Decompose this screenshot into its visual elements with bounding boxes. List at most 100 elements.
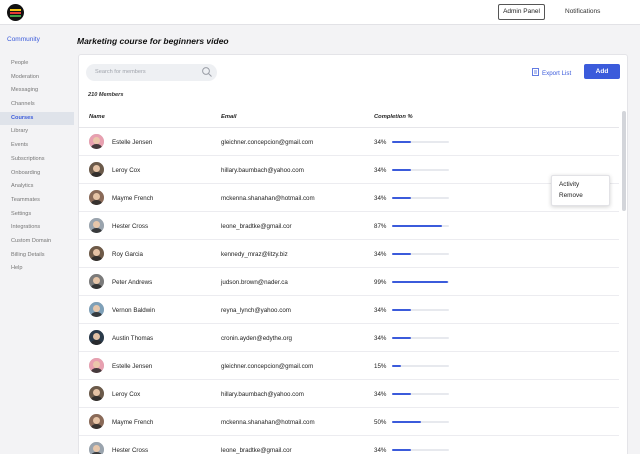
table-row[interactable]: Vernon Baldwin reyna_lynch@yahoo.com 34%	[79, 296, 619, 324]
member-name[interactable]: Leroy Cox	[112, 167, 140, 174]
scrollbar[interactable]	[622, 111, 626, 211]
completion-percent: 50%	[374, 419, 387, 426]
member-name[interactable]: Estelle Jensen	[112, 139, 152, 146]
completion-progress-bar	[392, 393, 449, 395]
member-name[interactable]: Roy Garcia	[112, 251, 143, 258]
completion-progress-bar	[392, 281, 449, 283]
sidebar-item-billing-details[interactable]: Billing Details	[0, 249, 74, 263]
member-email: gleichner.concepcion@gmail.com	[221, 363, 314, 370]
member-email: hillary.baumbach@yahoo.com	[221, 391, 304, 398]
menu-item-remove[interactable]: Remove	[559, 192, 583, 199]
table-row[interactable]: Mayme French mckenna.shanahan@hotmail.com…	[79, 184, 619, 212]
sidebar-item-channels[interactable]: Channels	[0, 98, 74, 112]
column-header-name[interactable]: Name	[89, 114, 105, 120]
avatar	[89, 442, 104, 454]
completion-progress-bar	[392, 337, 449, 339]
completion-percent: 34%	[374, 307, 387, 314]
avatar	[89, 330, 104, 345]
column-header-completion[interactable]: Completion %	[374, 114, 413, 120]
table-row[interactable]: Estelle Jensen gleichner.concepcion@gmail…	[79, 128, 619, 156]
sidebar-item-help[interactable]: Help	[0, 262, 74, 276]
member-name[interactable]: Leroy Cox	[112, 391, 140, 398]
member-name[interactable]: Mayme French	[112, 195, 153, 202]
member-name[interactable]: Mayme French	[112, 419, 153, 426]
sidebar: Community People Moderation Messaging Chann…	[0, 26, 74, 454]
member-email: judson.brown@nader.ca	[221, 279, 288, 286]
table-row[interactable]: Hester Cross leone_bradtke@gmail.cor 34%	[79, 436, 619, 454]
avatar	[89, 302, 104, 317]
table-row[interactable]: Leroy Cox hillary.baumbach@yahoo.com 34%	[79, 156, 619, 184]
avatar	[89, 162, 104, 177]
completion-percent: 34%	[374, 391, 387, 398]
member-email: mckenna.shanahan@hotmail.com	[221, 195, 315, 202]
sidebar-item-events[interactable]: Events	[0, 139, 74, 153]
completion-progress-fill	[392, 225, 442, 227]
completion-progress-bar	[392, 365, 449, 367]
member-name[interactable]: Vernon Baldwin	[112, 307, 155, 314]
export-list-button[interactable]: Export List	[532, 68, 571, 77]
avatar	[89, 386, 104, 401]
completion-progress-fill	[392, 197, 412, 199]
members-count: 210 Members	[88, 92, 124, 98]
sidebar-item-subscriptions[interactable]: Subscriptions	[0, 153, 74, 167]
member-name[interactable]: Estelle Jensen	[112, 363, 152, 370]
completion-progress-fill	[392, 449, 412, 451]
notifications-link[interactable]: Notifications	[565, 8, 600, 15]
sidebar-item-integrations[interactable]: Integrations	[0, 221, 74, 235]
table-row[interactable]: Leroy Cox hillary.baumbach@yahoo.com 34%	[79, 380, 619, 408]
sidebar-item-messaging[interactable]: Messaging	[0, 84, 74, 98]
sidebar-item-moderation[interactable]: Moderation	[0, 71, 74, 85]
column-header-email[interactable]: Email	[221, 114, 236, 120]
completion-percent: 34%	[374, 447, 387, 454]
member-email: gleichner.concepcion@gmail.com	[221, 139, 314, 146]
sidebar-item-courses[interactable]: Courses	[0, 111, 74, 126]
completion-percent: 87%	[374, 223, 387, 230]
sidebar-item-library[interactable]: Library	[0, 125, 74, 139]
member-name[interactable]: Hester Cross	[112, 223, 148, 230]
avatar	[89, 218, 104, 233]
sidebar-item-people[interactable]: People	[0, 57, 74, 71]
avatar	[89, 274, 104, 289]
completion-percent: 34%	[374, 335, 387, 342]
completion-percent: 34%	[374, 195, 387, 202]
sidebar-item-settings[interactable]: Settings	[0, 208, 74, 222]
completion-progress-bar	[392, 225, 449, 227]
table-row[interactable]: Mayme French mckenna.shanahan@hotmail.com…	[79, 408, 619, 436]
table-row[interactable]: Hester Cross leone_bradtke@gmail.cor 87%	[79, 212, 619, 240]
member-name[interactable]: Peter Andrews	[112, 279, 152, 286]
add-member-button[interactable]: Add	[584, 64, 620, 79]
completion-percent: 99%	[374, 279, 387, 286]
table-row[interactable]: Peter Andrews judson.brown@nader.ca 99%	[79, 268, 619, 296]
sidebar-item-onboarding[interactable]: Onboarding	[0, 167, 74, 181]
member-email: kennedy_mraz@litzy.biz	[221, 251, 288, 258]
sidebar-item-teammates[interactable]: Teammates	[0, 194, 74, 208]
admin-panel-button[interactable]: Admin Panel	[498, 4, 545, 20]
sidebar-item-custom-domain[interactable]: Custom Domain	[0, 235, 74, 249]
sidebar-title[interactable]: Community	[7, 36, 40, 43]
member-email: cronin.ayden@edythe.org	[221, 335, 292, 342]
table-row[interactable]: Roy Garcia kennedy_mraz@litzy.biz 34%	[79, 240, 619, 268]
search-placeholder: Search for members	[95, 69, 146, 75]
sidebar-item-analytics[interactable]: Analytics	[0, 180, 74, 194]
member-name[interactable]: Hester Cross	[112, 447, 148, 454]
table-row[interactable]: Austin Thomas cronin.ayden@edythe.org 34%	[79, 324, 619, 352]
completion-progress-bar	[392, 197, 449, 199]
completion-progress-fill	[392, 337, 412, 339]
completion-progress-fill	[392, 365, 401, 367]
menu-item-activity[interactable]: Activity	[559, 181, 579, 188]
table-row[interactable]: Estelle Jensen gleichner.concepcion@gmail…	[79, 352, 619, 380]
completion-percent: 34%	[374, 167, 387, 174]
avatar	[89, 358, 104, 373]
avatar	[89, 246, 104, 261]
app-logo[interactable]	[7, 4, 24, 21]
table-header: Name Email Completion %	[79, 108, 619, 128]
completion-progress-bar	[392, 421, 449, 423]
avatar	[89, 190, 104, 205]
search-input[interactable]: Search for members	[86, 64, 217, 81]
completion-percent: 34%	[374, 251, 387, 258]
members-card: Search for members Export List Add 210 M…	[78, 54, 628, 454]
member-email: reyna_lynch@yahoo.com	[221, 307, 291, 314]
export-icon	[532, 68, 539, 76]
member-name[interactable]: Austin Thomas	[112, 335, 153, 342]
row-context-menu: Activity Remove	[551, 175, 610, 206]
